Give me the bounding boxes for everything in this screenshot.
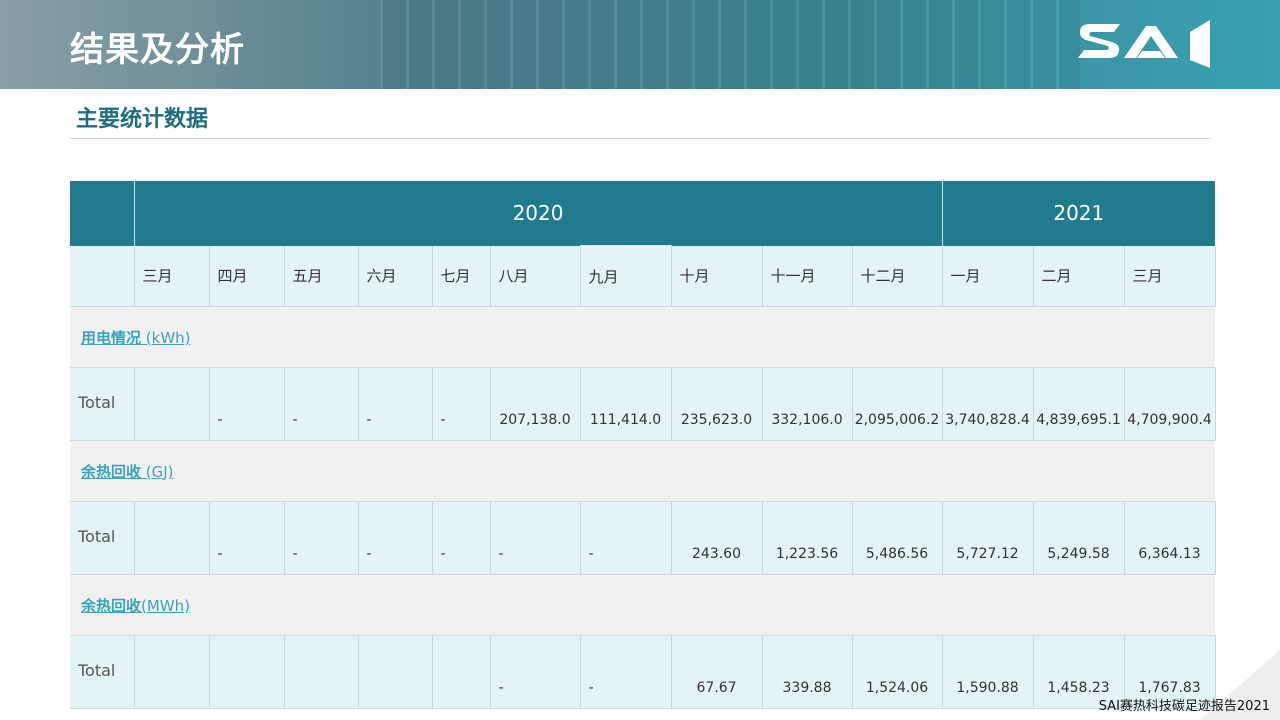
table-cell: -	[284, 501, 359, 575]
table-cell: 5,249.58	[1033, 501, 1125, 575]
table-cell: 1,524.06	[852, 635, 943, 709]
section-row-electricity: 用电情况 (kWh)	[70, 306, 1216, 368]
month-header: 三月	[134, 245, 210, 307]
header-background-image	[380, 0, 1080, 89]
table-cell: 5,486.56	[852, 501, 943, 575]
month-header: 三月	[1124, 245, 1216, 307]
month-corner-cell	[70, 245, 135, 307]
section-title: 主要统计数据	[76, 107, 209, 132]
table-cell: -	[490, 635, 581, 709]
month-header: 十二月	[852, 245, 943, 307]
table-cell: -	[209, 501, 285, 575]
section-row-heat-recovery-gj: 余热回收 (GJ)	[70, 440, 1216, 502]
total-row-electricity: Total - - - - 207,138.0 111,414.0 235,62…	[70, 367, 1216, 441]
year-2020-header: 2020	[134, 181, 943, 246]
table-cell	[134, 635, 210, 709]
table-cell: 6,364.13	[1124, 501, 1216, 575]
table-cell: 4,709,900.4	[1124, 367, 1216, 441]
footer-text: SAI赛热科技碳足迹报告2021	[1098, 699, 1270, 714]
year-2021-header: 2021	[942, 181, 1216, 246]
table-cell: -	[358, 501, 433, 575]
table-cell: 207,138.0	[490, 367, 581, 441]
month-header: 六月	[358, 245, 433, 307]
total-row-heat-recovery-mwh: Total - - 67.67 339.88 1,524.06 1,590.88…	[70, 635, 1216, 709]
table-cell: 111,414.0	[580, 367, 672, 441]
corner-cell	[70, 181, 135, 246]
table-cell: -	[432, 367, 491, 441]
page-title: 结果及分析	[70, 30, 245, 70]
table-cell	[432, 635, 491, 709]
table-cell	[358, 635, 433, 709]
table-cell: -	[490, 501, 581, 575]
section-link-heat-recovery-gj[interactable]: 余热回收 (GJ)	[81, 463, 174, 481]
table-cell: 243.60	[671, 501, 763, 575]
table-cell: 67.67	[671, 635, 763, 709]
sai-logo	[1078, 20, 1210, 68]
table-cell: 235,623.0	[671, 367, 763, 441]
month-header: 二月	[1033, 245, 1125, 307]
row-label: Total	[70, 635, 135, 709]
table-cell: -	[432, 501, 491, 575]
table-cell	[134, 501, 210, 575]
year-header-row: 2020 2021	[70, 181, 1216, 246]
month-header: 五月	[284, 245, 359, 307]
table-cell: 3,740,828.4	[942, 367, 1034, 441]
month-header: 十一月	[762, 245, 853, 307]
table-cell: 339.88	[762, 635, 853, 709]
month-header: 四月	[209, 245, 285, 307]
month-header: 八月	[490, 245, 581, 307]
table-cell: -	[284, 367, 359, 441]
table-cell: 1,590.88	[942, 635, 1034, 709]
table-cell: 332,106.0	[762, 367, 853, 441]
statistics-table: 2020 2021 三月 四月 五月 六月 七月 八月 九月 十月 十一月 十二…	[70, 181, 1216, 709]
row-label: Total	[70, 367, 135, 441]
table-cell: -	[580, 501, 672, 575]
table-cell: -	[580, 635, 672, 709]
month-header: 一月	[942, 245, 1034, 307]
table-cell: 5,727.12	[942, 501, 1034, 575]
title-divider	[70, 138, 1211, 139]
table-cell: 4,839,695.1	[1033, 367, 1125, 441]
total-row-heat-recovery-gj: Total - - - - - - 243.60 1,223.56 5,486.…	[70, 501, 1216, 575]
table-cell: -	[209, 367, 285, 441]
table-cell: 1,223.56	[762, 501, 853, 575]
table-cell	[134, 367, 210, 441]
table-cell	[284, 635, 359, 709]
row-label: Total	[70, 501, 135, 575]
month-header: 七月	[432, 245, 491, 307]
month-header: 十月	[671, 245, 763, 307]
month-header-row: 三月 四月 五月 六月 七月 八月 九月 十月 十一月 十二月 一月 二月 三月	[70, 245, 1216, 307]
table-cell	[209, 635, 285, 709]
section-row-heat-recovery-mwh: 余热回收(MWh)	[70, 574, 1216, 636]
month-header: 九月	[580, 245, 672, 307]
table-cell: 2,095,006.2	[852, 367, 943, 441]
section-link-heat-recovery-mwh[interactable]: 余热回收(MWh)	[81, 597, 190, 615]
table-cell: -	[358, 367, 433, 441]
section-link-electricity[interactable]: 用电情况 (kWh)	[81, 329, 191, 347]
